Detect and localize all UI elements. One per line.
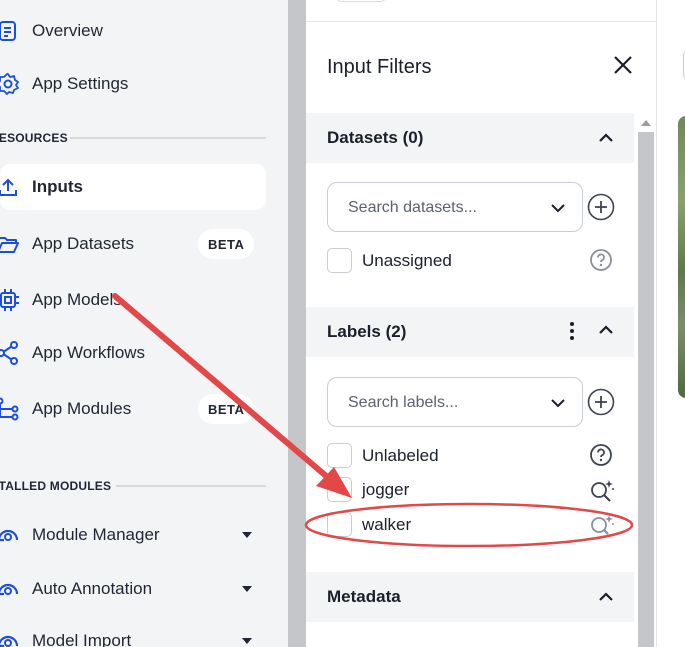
datasets-section-header[interactable]: Datasets (0) [306,113,634,163]
close-icon [614,56,632,74]
gear-icon [0,72,20,96]
labels-section-header[interactable]: Labels (2) [306,307,634,357]
document-icon [0,19,20,43]
sidebar-item-overview[interactable]: Overview [0,8,266,54]
sidebar-scrollbar[interactable] [288,0,306,647]
input-filters-panel: Input Filters Datasets (0) Search datase… [306,0,656,647]
option-label: Unassigned [362,251,452,270]
divider [116,485,266,487]
folder-icon [0,232,20,256]
checkbox[interactable] [327,248,352,273]
sidebar-item-label: Auto Annotation [32,579,153,598]
sidebar-item-auto-annotation[interactable]: Auto Annotation [0,566,266,612]
section-heading-installed-modules: INSTALLED MODULES [0,479,112,493]
module-icon [0,523,20,547]
sidebar-item-label: App Settings [32,74,129,93]
sidebar-item-app-workflows[interactable]: App Workflows [0,330,266,376]
panel-title: Input Filters [327,56,432,78]
sidebar-item-label: App Datasets [32,234,135,253]
checkbox[interactable] [327,512,352,537]
beta-badge: BETA [198,229,255,259]
option-label: walker [362,515,412,534]
search-labels-input[interactable]: Search labels... [327,377,583,427]
beta-badge: BETA [198,394,255,424]
panel-scrollbar-thumb[interactable] [638,132,654,647]
chevron-down-icon[interactable] [242,586,252,592]
checkbox[interactable] [327,443,352,468]
datasets-heading: Datasets (0) [327,128,424,147]
label-option-unlabeled[interactable]: Unlabeled [327,442,617,470]
plus-icon [587,193,615,221]
sidebar-item-label: App Workflows [32,343,146,362]
checkbox[interactable] [327,477,352,502]
chevron-up-icon[interactable] [598,322,614,338]
sidebar-item-app-settings[interactable]: App Settings [0,61,266,107]
top-tab[interactable] [336,0,386,2]
sidebar-item-app-modules[interactable]: App Modules BETA [0,386,266,432]
option-label: Unlabeled [362,446,439,465]
label-option-walker[interactable]: walker [327,511,617,539]
sidebar-item-label: App Models [32,290,122,309]
modules-icon [0,397,20,421]
add-dataset-button[interactable] [587,193,615,221]
more-options-icon[interactable] [568,321,576,341]
label-option-jogger[interactable]: jogger [327,476,617,504]
help-icon[interactable] [589,443,615,469]
chevron-up-icon[interactable] [598,130,614,146]
section-heading-resources: RESOURCES [0,131,68,145]
share-icon [0,341,20,365]
dataset-option-unassigned[interactable]: Unassigned [327,247,617,275]
sidebar-item-label: Model Import [32,631,132,647]
main-content-edge [656,0,685,647]
sidebar-item-module-manager[interactable]: Module Manager [0,512,266,558]
chevron-down-icon[interactable] [242,638,252,644]
upload-icon [0,175,20,199]
metadata-heading: Metadata [327,587,401,606]
panel-topbar [306,0,656,22]
module-icon [0,629,20,647]
search-placeholder: Search datasets... [348,199,477,216]
scroll-up-arrow-icon[interactable] [641,120,651,126]
divider [70,137,266,139]
input-thumbnail[interactable] [678,116,685,398]
labels-heading: Labels (2) [327,322,407,341]
sidebar-item-label: Inputs [32,177,83,196]
metadata-section-header[interactable]: Metadata [306,572,634,622]
app-sidebar: Overview App Settings RESOURCES Inputs A… [0,0,288,647]
magic-search-icon[interactable] [589,477,615,503]
add-label-button[interactable] [587,388,615,416]
chevron-down-icon[interactable] [242,532,252,538]
sidebar-item-label: Overview [32,21,103,40]
plus-icon [587,388,615,416]
chevron-down-icon[interactable] [550,396,566,410]
option-label: jogger [362,480,410,499]
sidebar-item-app-models[interactable]: App Models [0,277,266,323]
sidebar-item-label: App Modules [32,399,132,418]
chip-icon [0,288,20,312]
sidebar-item-app-datasets[interactable]: App Datasets BETA [0,221,266,267]
sidebar-item-inputs[interactable]: Inputs [0,164,266,210]
sidebar-item-label: Module Manager [32,525,160,544]
chevron-up-icon[interactable] [598,589,614,605]
module-icon [0,577,20,601]
search-placeholder: Search labels... [348,394,459,411]
sidebar-item-model-import[interactable]: Model Import [0,618,266,647]
close-button[interactable] [612,54,634,76]
chevron-down-icon[interactable] [550,201,566,215]
search-datasets-input[interactable]: Search datasets... [327,182,583,232]
help-icon[interactable] [589,248,615,274]
magic-search-icon[interactable] [589,512,615,538]
